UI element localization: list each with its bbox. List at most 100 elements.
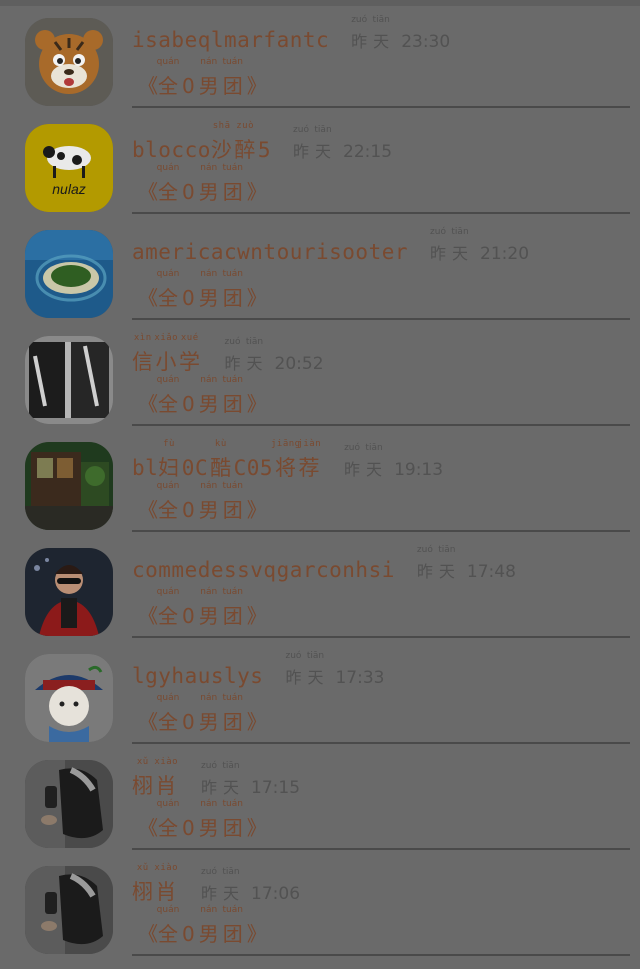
group-name-char: tuán 团 xyxy=(223,375,243,417)
close-bracket: 》 xyxy=(246,710,267,734)
group-name-char: 0 xyxy=(182,922,195,946)
group-name-char: nán 男 xyxy=(199,481,219,523)
chat-item-content: xìn 信 xiǎo 小 xué 学 zuó 昨 tiān 天 20:52 《 quán 全 0 nán 男 tu… xyxy=(132,318,630,426)
timestamp-day-char: zuó 昨 xyxy=(293,125,309,162)
chat-item-content: blocco shā 沙 zuò 醉5 zuó 昨 tiān 天 22:15 《 quán 全 0 nán 男… xyxy=(132,106,630,214)
pinyin-annotation: tuán xyxy=(222,163,243,173)
ruby-base-char: 昨 xyxy=(351,32,368,51)
storefront-avatar-icon[interactable] xyxy=(25,442,113,530)
group-name-preview: 《 quán 全 0 nán 男 tuán 团》 xyxy=(138,375,267,417)
group-name-preview: 《 quán 全 0 nán 男 tuán 团》 xyxy=(138,587,267,629)
chat-list-item[interactable]: xǔ 栩 xiào 肖 zuó 昨 tiān 天 17:15 《 quán 全 0 nán 男 tuán 团》 xyxy=(0,742,640,850)
chat-list-item[interactable]: xǔ 栩 xiào 肖 zuó 昨 tiān 天 17:06 《 quán 全 0 nán 男 tuán 团》 xyxy=(0,848,640,956)
contact-name-char: shā 沙 xyxy=(210,121,233,164)
chat-item-header: bl fù 妇0C kù 酷C05 jiāng 将 jiàn 荐 zuó 昨 tiān 天 19:13 xyxy=(132,439,444,482)
contact-name: americacwntourisooter xyxy=(132,240,408,264)
ruby-base-char: 荐 xyxy=(298,456,321,480)
jackets-avatar-icon[interactable] xyxy=(25,336,113,424)
chat-item-header: lgyhauslys zuó 昨 tiān 天 17:33 xyxy=(132,651,385,688)
pinyin-annotation: nán xyxy=(200,481,218,491)
chat-list-item[interactable]: bl fù 妇0C kù 酷C05 jiāng 将 jiàn 荐 zuó 昨 tiān 天 19:13 《 q… xyxy=(0,424,640,532)
group-name-char: 0 xyxy=(182,286,195,310)
group-name-char: nán 男 xyxy=(199,375,219,417)
ruby-base-char: 沙 xyxy=(210,138,233,162)
ruby-base-char: 全 xyxy=(158,498,178,522)
ruby-base-char: 男 xyxy=(198,180,219,204)
group-name-char: nán 男 xyxy=(199,693,219,735)
mirror-selfie-avatar-icon[interactable] xyxy=(25,866,113,954)
timestamp-day-char: tiān 天 xyxy=(222,867,239,904)
ruby-base-char: 团 xyxy=(222,286,243,310)
message-timestamp: zuó 昨 tiān 天 17:15 xyxy=(201,761,300,798)
timestamp-day-char: tiān 天 xyxy=(307,651,324,688)
timestamp-day-char: tiān 天 xyxy=(438,545,455,582)
timestamp-day-char: tiān 天 xyxy=(314,125,332,162)
pinyin-annotation: zuó xyxy=(293,125,309,135)
mirror-selfie-avatar-icon[interactable] xyxy=(25,760,113,848)
nulaz-cow-avatar-icon[interactable]: nulaz xyxy=(25,124,113,212)
pinyin-annotation: xiào xyxy=(154,863,179,873)
pinyin-annotation: jiāng xyxy=(270,439,301,449)
chat-item-header: blocco shā 沙 zuò 醉5 zuó 昨 tiān 天 22:15 xyxy=(132,121,392,164)
group-name-preview: 《 quán 全 0 nán 男 tuán 团》 xyxy=(138,799,267,841)
pinyin-annotation: xiǎo xyxy=(154,333,179,343)
open-bracket: 《 xyxy=(138,816,158,840)
ruby-base-char: 天 xyxy=(307,668,324,687)
ruby-base-char: 昨 xyxy=(344,460,361,479)
chat-list-item[interactable]: isabeqlmarfantc zuó 昨 tiān 天 23:30 《 quán 全 0 nán 男… xyxy=(0,0,640,108)
contact-name: bl fù 妇0C kù 酷C05 jiāng 将 jiàn 荐 xyxy=(132,439,322,482)
timestamp-time: 17:33 xyxy=(335,668,385,688)
message-timestamp: zuó 昨 tiān 天 21:20 xyxy=(430,227,530,264)
chat-item-header: americacwntourisooter zuó 昨 tiān 天 21:20 xyxy=(132,227,530,264)
pinyin-annotation: tuán xyxy=(222,375,243,385)
ruby-base-char: 全 xyxy=(158,604,178,628)
close-bracket: 》 xyxy=(246,392,267,416)
message-timestamp: zuó 昨 tiān 天 23:30 xyxy=(351,15,450,52)
pinyin-annotation: xué xyxy=(180,333,199,343)
timestamp-time: 19:13 xyxy=(394,460,444,480)
ruby-base-char: 学 xyxy=(179,350,201,374)
ruby-base-char: 全 xyxy=(158,180,178,204)
group-name-preview: 《 quán 全 0 nán 男 tuán 团》 xyxy=(138,163,267,205)
open-bracket: 《 xyxy=(138,710,158,734)
man-red-jacket-avatar-icon[interactable] xyxy=(25,548,113,636)
chat-item-content: bl fù 妇0C kù 酷C05 jiāng 将 jiàn 荐 zuó 昨 tiān 天 19:13 《 q… xyxy=(132,424,630,532)
chat-list-item[interactable]: commedessvqgarconhsi zuó 昨 tiān 天 17:48 《 quán 全… xyxy=(0,530,640,638)
ruby-base-char: 天 xyxy=(315,142,332,161)
timestamp-day-char: zuó 昨 xyxy=(201,867,217,904)
contact-name-text: commedessvqgarconhsi xyxy=(132,558,395,582)
contact-name-char: xué 学 xyxy=(179,333,201,376)
ruby-base-char: 天 xyxy=(373,32,390,51)
tiger-avatar-icon[interactable] xyxy=(25,18,113,106)
contact-name-text: isabeqlmarfantc xyxy=(132,28,330,52)
group-name-char: tuán 团 xyxy=(223,481,243,523)
chat-item-content: xǔ 栩 xiào 肖 zuó 昨 tiān 天 17:15 《 quán 全 0 nán 男 tuán 团》 xyxy=(132,742,630,850)
chat-item-header: isabeqlmarfantc zuó 昨 tiān 天 23:30 xyxy=(132,15,450,52)
ruby-base-char: 团 xyxy=(222,74,243,98)
group-name-char: 0 xyxy=(182,710,195,734)
cartoon-official-avatar-icon[interactable] xyxy=(25,654,113,742)
group-name-preview: 《 quán 全 0 nán 男 tuán 团》 xyxy=(138,269,267,311)
group-name-char: quán 全 xyxy=(157,375,180,417)
timestamp-time: 21:20 xyxy=(480,244,530,264)
chat-list-item[interactable]: lgyhauslys zuó 昨 tiān 天 17:33 《 quán 全 0 nán 男 tuán 团… xyxy=(0,636,640,744)
group-name-char: 0 xyxy=(182,74,195,98)
pinyin-annotation: fù xyxy=(163,439,175,449)
ruby-base-char: 0 xyxy=(182,180,195,204)
chat-list-item[interactable]: americacwntourisooter zuó 昨 tiān 天 21:20 《 quán… xyxy=(0,212,640,320)
pinyin-annotation: quán xyxy=(156,799,180,809)
message-timestamp: zuó 昨 tiān 天 19:13 xyxy=(344,443,444,480)
pinyin-annotation: shā xyxy=(212,121,231,131)
island-avatar-icon[interactable] xyxy=(25,230,113,318)
open-bracket: 《 xyxy=(138,180,158,204)
chat-item-content: xǔ 栩 xiào 肖 zuó 昨 tiān 天 17:06 《 quán 全 0 nán 男 tuán 团》 xyxy=(132,848,630,956)
chat-list-item[interactable]: nulaz blocco shā 沙 zuò 醉5 zuó 昨 tiān 天 22:15 《 quán 全… xyxy=(0,106,640,214)
contact-name-char: xǔ 栩 xyxy=(132,863,154,906)
ruby-base-char: 昨 xyxy=(224,354,241,373)
ruby-base-char: 团 xyxy=(222,816,243,840)
open-bracket: 《 xyxy=(138,922,158,946)
chat-list-item[interactable]: xìn 信 xiǎo 小 xué 学 zuó 昨 tiān 天 20:52 《 quán 全 0 nán 男 tu… xyxy=(0,318,640,426)
ruby-base-char: 全 xyxy=(158,816,178,840)
group-name-char: tuán 团 xyxy=(222,799,243,841)
group-name-char: nán 男 xyxy=(198,163,219,205)
